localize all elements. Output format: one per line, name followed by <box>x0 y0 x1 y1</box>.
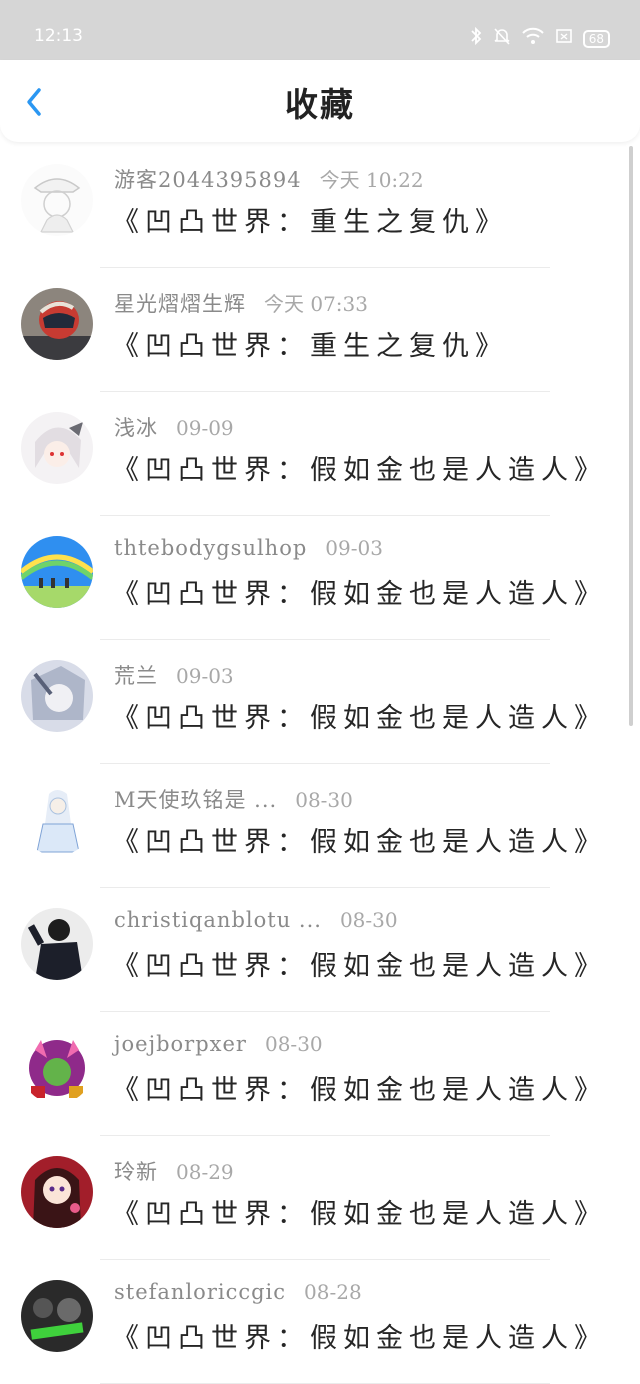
avatar <box>21 908 93 980</box>
scrollbar[interactable] <box>629 146 633 726</box>
book-title: 《凹凸世界：假如金也是人造人》 <box>112 703 607 734</box>
wifi-icon <box>521 26 545 51</box>
avatar <box>21 660 93 732</box>
user-name: M天使玖铭是 ... <box>114 788 278 812</box>
timestamp: 今天 07:33 <box>264 292 368 316</box>
status-time: 12:13 <box>34 26 83 46</box>
avatar <box>21 164 93 236</box>
favorites-list: 游客2044395894 今天 10:22 《凹凸世界：重生之复仇》 星光熠熠生辉… <box>0 144 640 1384</box>
timestamp: 今天 10:22 <box>319 168 424 192</box>
user-name: thtebodygsulhop <box>114 536 308 560</box>
avatar <box>21 536 93 608</box>
mute-bell-icon <box>493 26 511 51</box>
timestamp: 08-28 <box>304 1280 362 1304</box>
book-title: 《凹凸世界：假如金也是人造人》 <box>112 579 607 610</box>
book-title: 《凹凸世界：假如金也是人造人》 <box>112 1199 607 1230</box>
book-title: 《凹凸世界：假如金也是人造人》 <box>112 1323 607 1354</box>
page-title: 收藏 <box>285 85 355 124</box>
timestamp: 08-29 <box>176 1160 234 1184</box>
sim-icon <box>555 26 573 51</box>
avatar <box>21 784 93 856</box>
book-title: 《凹凸世界：重生之复仇》 <box>112 207 508 238</box>
user-name: 荒兰 <box>114 664 158 688</box>
avatar <box>21 288 93 360</box>
avatar <box>21 1032 93 1104</box>
book-title: 《凹凸世界：假如金也是人造人》 <box>112 827 607 858</box>
avatar <box>21 1156 93 1228</box>
avatar <box>21 412 93 484</box>
user-name: christiqanblotu ... <box>114 908 322 932</box>
user-name: 浅冰 <box>114 416 158 440</box>
list-item[interactable]: christiqanblotu ... 08-30 《凹凸世界：假如金也是人造人》 <box>0 888 640 1012</box>
list-item[interactable]: 游客2044395894 今天 10:22 《凹凸世界：重生之复仇》 <box>0 144 640 268</box>
status-bar: 12:13 68 <box>0 0 640 60</box>
user-name: stefanloriccgic <box>114 1280 287 1304</box>
battery-icon: 68 <box>582 29 610 48</box>
list-item[interactable]: joejborpxer 08-30 《凹凸世界：假如金也是人造人》 <box>0 1012 640 1136</box>
app-header: 收藏 <box>0 60 640 142</box>
book-title: 《凹凸世界：假如金也是人造人》 <box>112 1075 607 1106</box>
timestamp: 08-30 <box>295 788 353 812</box>
list-item[interactable]: M天使玖铭是 ... 08-30 《凹凸世界：假如金也是人造人》 <box>0 764 640 888</box>
status-icons: 68 <box>469 26 610 51</box>
timestamp: 09-03 <box>176 664 234 688</box>
timestamp: 08-30 <box>264 1032 323 1056</box>
list-item[interactable]: 星光熠熠生辉 今天 07:33 《凹凸世界：重生之复仇》 <box>0 268 640 392</box>
user-name: 星光熠熠生辉 <box>114 292 246 316</box>
book-title: 《凹凸世界：重生之复仇》 <box>112 331 508 362</box>
user-name: 玲新 <box>114 1160 158 1184</box>
list-item[interactable]: 荒兰 09-03 《凹凸世界：假如金也是人造人》 <box>0 640 640 764</box>
timestamp: 09-03 <box>325 536 383 560</box>
timestamp: 08-30 <box>339 908 398 932</box>
book-title: 《凹凸世界：假如金也是人造人》 <box>112 951 607 982</box>
avatar <box>21 1280 93 1352</box>
list-item[interactable]: thtebodygsulhop 09-03 《凹凸世界：假如金也是人造人》 <box>0 516 640 640</box>
book-title: 《凹凸世界：假如金也是人造人》 <box>112 455 607 486</box>
list-item[interactable]: stefanloriccgic 08-28 《凹凸世界：假如金也是人造人》 <box>0 1260 640 1384</box>
list-item[interactable]: 玲新 08-29 《凹凸世界：假如金也是人造人》 <box>0 1136 640 1260</box>
user-name: joejborpxer <box>114 1032 247 1056</box>
bluetooth-icon <box>469 26 483 51</box>
timestamp: 09-09 <box>176 416 234 440</box>
list-item[interactable]: 浅冰 09-09 《凹凸世界：假如金也是人造人》 <box>0 392 640 516</box>
user-name: 游客2044395894 <box>114 168 302 192</box>
